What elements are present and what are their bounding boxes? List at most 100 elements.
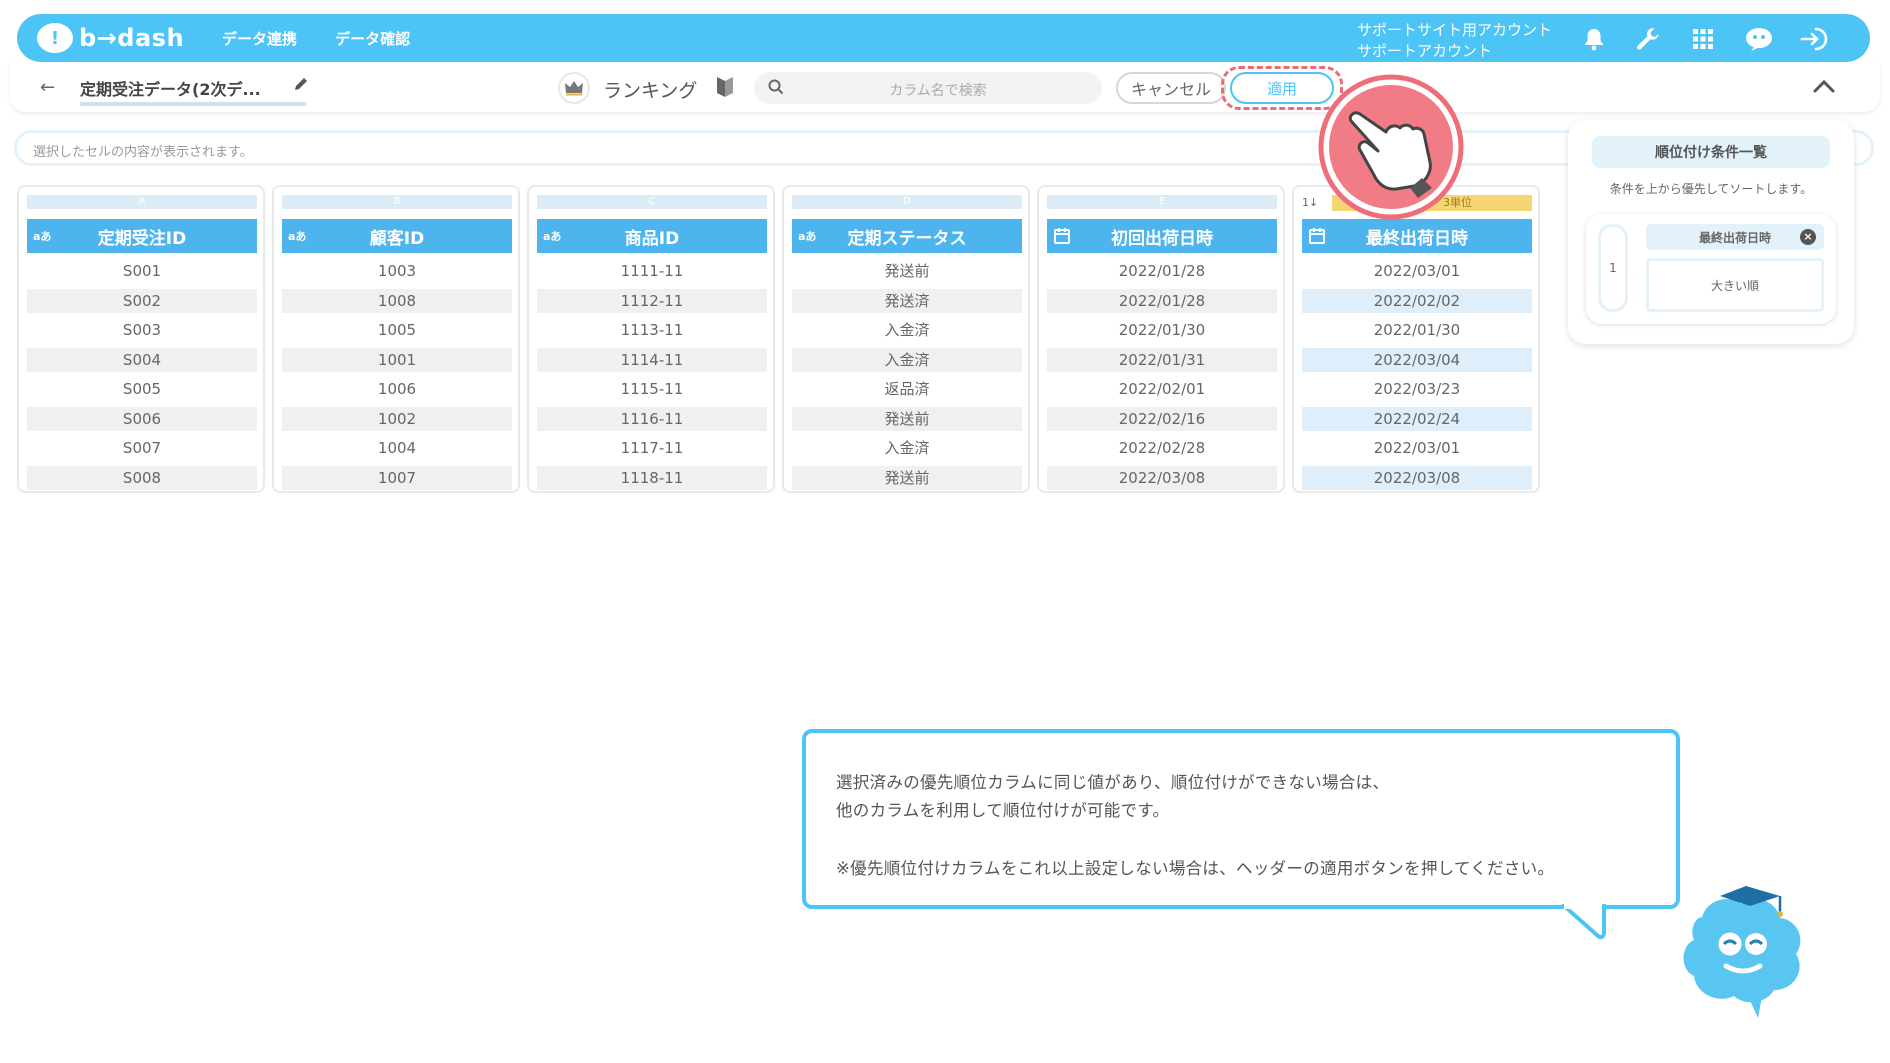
table-cell[interactable]: S008: [27, 465, 257, 490]
dataset-toolbar: ← 定期受注データ(2次デ... ランキング カラム名で検索 キャンセル 適用: [10, 64, 1880, 112]
column-header[interactable]: aあ 顧客ID: [282, 219, 512, 253]
sort-order-select[interactable]: 大きい順: [1646, 258, 1824, 312]
table-cell[interactable]: 1005: [282, 318, 512, 342]
table-cell[interactable]: 1002: [282, 406, 512, 431]
pencil-icon[interactable]: [293, 76, 309, 96]
column-letter: A: [27, 195, 257, 209]
dataset-name[interactable]: 定期受注データ(2次デ...: [80, 76, 306, 106]
column-header[interactable]: aあ 定期受注ID: [27, 219, 257, 253]
wrench-icon[interactable]: [1633, 24, 1663, 54]
table-cell[interactable]: 1111-11: [537, 259, 767, 283]
logo-text: b→dash: [79, 24, 185, 52]
text-type-icon: aあ: [33, 230, 52, 243]
table-cell[interactable]: 2022/01/28: [1047, 288, 1277, 313]
column-header[interactable]: 初回出荷日時: [1047, 219, 1277, 253]
column-card-f[interactable]: 3単位 1↓ 最終出荷日時 2022/03/01 2022/02/02 2022…: [1292, 185, 1540, 493]
table-cell[interactable]: 2022/03/23: [1302, 377, 1532, 401]
column-name: 商品ID: [624, 228, 680, 249]
column-header[interactable]: aあ 定期ステータス: [792, 219, 1022, 253]
table-cell[interactable]: 2022/03/08: [1047, 465, 1277, 490]
table-cell[interactable]: S002: [27, 288, 257, 313]
table-cell[interactable]: 発送前: [792, 406, 1022, 431]
table-cell[interactable]: 2022/03/01: [1302, 436, 1532, 460]
column-letter: E: [1047, 195, 1277, 209]
ranking-condition-column: 最終出荷日時 ×: [1646, 224, 1824, 250]
chevron-up-icon[interactable]: [1812, 78, 1836, 98]
table-cell[interactable]: 2022/02/01: [1047, 377, 1277, 401]
beginner-mark-icon[interactable]: [716, 75, 734, 103]
table-cell[interactable]: 2022/02/02: [1302, 288, 1532, 313]
table-cell[interactable]: 入金済: [792, 436, 1022, 460]
table-cell[interactable]: 1001: [282, 347, 512, 372]
ranking-panel-title: 順位付け条件一覧: [1592, 136, 1830, 168]
column-name: 最終出荷日時: [1366, 228, 1468, 249]
table-cell[interactable]: 1117-11: [537, 436, 767, 460]
table-cell[interactable]: 2022/02/28: [1047, 436, 1277, 460]
close-icon[interactable]: ×: [1800, 229, 1816, 245]
table-cell[interactable]: 1003: [282, 259, 512, 283]
logout-icon[interactable]: [1799, 24, 1829, 54]
pointer-hand-icon: [1316, 72, 1466, 226]
column-card-b[interactable]: B aあ 顧客ID 1003 1008 1005 1001 1006 1002 …: [272, 185, 520, 493]
table-cell[interactable]: 1114-11: [537, 347, 767, 372]
table-cell[interactable]: 1116-11: [537, 406, 767, 431]
table-cell[interactable]: S006: [27, 406, 257, 431]
ranking-priority[interactable]: 1: [1598, 224, 1628, 312]
table-cell[interactable]: 2022/01/30: [1047, 318, 1277, 342]
table-cell[interactable]: S001: [27, 259, 257, 283]
table-cell[interactable]: 2022/02/24: [1302, 406, 1532, 431]
table-cell[interactable]: 2022/01/28: [1047, 259, 1277, 283]
table-cell[interactable]: 1008: [282, 288, 512, 313]
table-cell[interactable]: 1113-11: [537, 318, 767, 342]
column-name: 定期受注ID: [97, 228, 187, 249]
cancel-button[interactable]: キャンセル: [1116, 72, 1226, 104]
column-letter: D: [792, 195, 1022, 209]
table-cell[interactable]: 入金済: [792, 347, 1022, 372]
table-cell[interactable]: 1115-11: [537, 377, 767, 401]
table-cell[interactable]: 2022/01/30: [1302, 318, 1532, 342]
table-cell[interactable]: S004: [27, 347, 257, 372]
search-placeholder: カラム名で検索: [889, 83, 987, 99]
ranking-column-name: 最終出荷日時: [1698, 230, 1771, 245]
account-info[interactable]: サポートサイト用アカウント サポートアカウント: [1357, 20, 1552, 62]
table-cell[interactable]: S003: [27, 318, 257, 342]
table-cell[interactable]: 1118-11: [537, 465, 767, 490]
column-card-d[interactable]: D aあ 定期ステータス 発送前 発送済 入金済 入金済 返品済 発送前 入金済…: [782, 185, 1030, 493]
table-cell[interactable]: 入金済: [792, 318, 1022, 342]
apps-grid-icon[interactable]: [1688, 24, 1718, 54]
column-card-a[interactable]: A aあ 定期受注ID S001 S002 S003 S004 S005 S00…: [17, 185, 265, 493]
table-cell[interactable]: 1112-11: [537, 288, 767, 313]
calendar-icon: [1053, 227, 1071, 250]
back-arrow-icon[interactable]: ←: [40, 77, 55, 98]
table-cell[interactable]: 2022/03/08: [1302, 465, 1532, 490]
table-cell[interactable]: 発送前: [792, 259, 1022, 283]
column-name: 定期ステータス: [847, 228, 967, 249]
app-logo[interactable]: ! b→dash: [37, 23, 184, 53]
table-cell[interactable]: 発送済: [792, 288, 1022, 313]
nav-data-integration[interactable]: データ連携: [222, 28, 297, 49]
column-search-input[interactable]: カラム名で検索: [754, 72, 1102, 104]
top-nav-bar: ! b→dash データ連携 データ確認 サポートサイト用アカウント サポートア…: [17, 14, 1870, 62]
account-line-2: サポートアカウント: [1357, 42, 1493, 60]
table-cell[interactable]: S007: [27, 436, 257, 460]
table-cell[interactable]: 2022/03/04: [1302, 347, 1532, 372]
table-cell[interactable]: 2022/01/31: [1047, 347, 1277, 372]
table-cell[interactable]: 返品済: [792, 377, 1022, 401]
table-cell[interactable]: 2022/03/01: [1302, 259, 1532, 283]
column-header[interactable]: aあ 商品ID: [537, 219, 767, 253]
table-cell[interactable]: 1004: [282, 436, 512, 460]
table-cell[interactable]: 1007: [282, 465, 512, 490]
account-line-1: サポートサイト用アカウント: [1357, 21, 1553, 39]
table-cell[interactable]: 2022/02/16: [1047, 406, 1277, 431]
tip-speech-bubble: 選択済みの優先順位カラムに同じ値があり、順位付けができない場合は、 他のカラムを…: [802, 729, 1680, 909]
ranking-condition-item[interactable]: 1 最終出荷日時 × 大きい順: [1586, 214, 1836, 324]
table-cell[interactable]: 1006: [282, 377, 512, 401]
table-cell[interactable]: 発送前: [792, 465, 1022, 490]
bell-icon[interactable]: [1579, 24, 1609, 54]
support-chat-icon[interactable]: [1744, 24, 1774, 54]
column-card-c[interactable]: C aあ 商品ID 1111-11 1112-11 1113-11 1114-1…: [527, 185, 775, 493]
column-card-e[interactable]: E 初回出荷日時 2022/01/28 2022/01/28 2022/01/3…: [1037, 185, 1285, 493]
nav-data-check[interactable]: データ確認: [335, 28, 410, 49]
table-cell[interactable]: S005: [27, 377, 257, 401]
crown-icon: [558, 72, 590, 104]
